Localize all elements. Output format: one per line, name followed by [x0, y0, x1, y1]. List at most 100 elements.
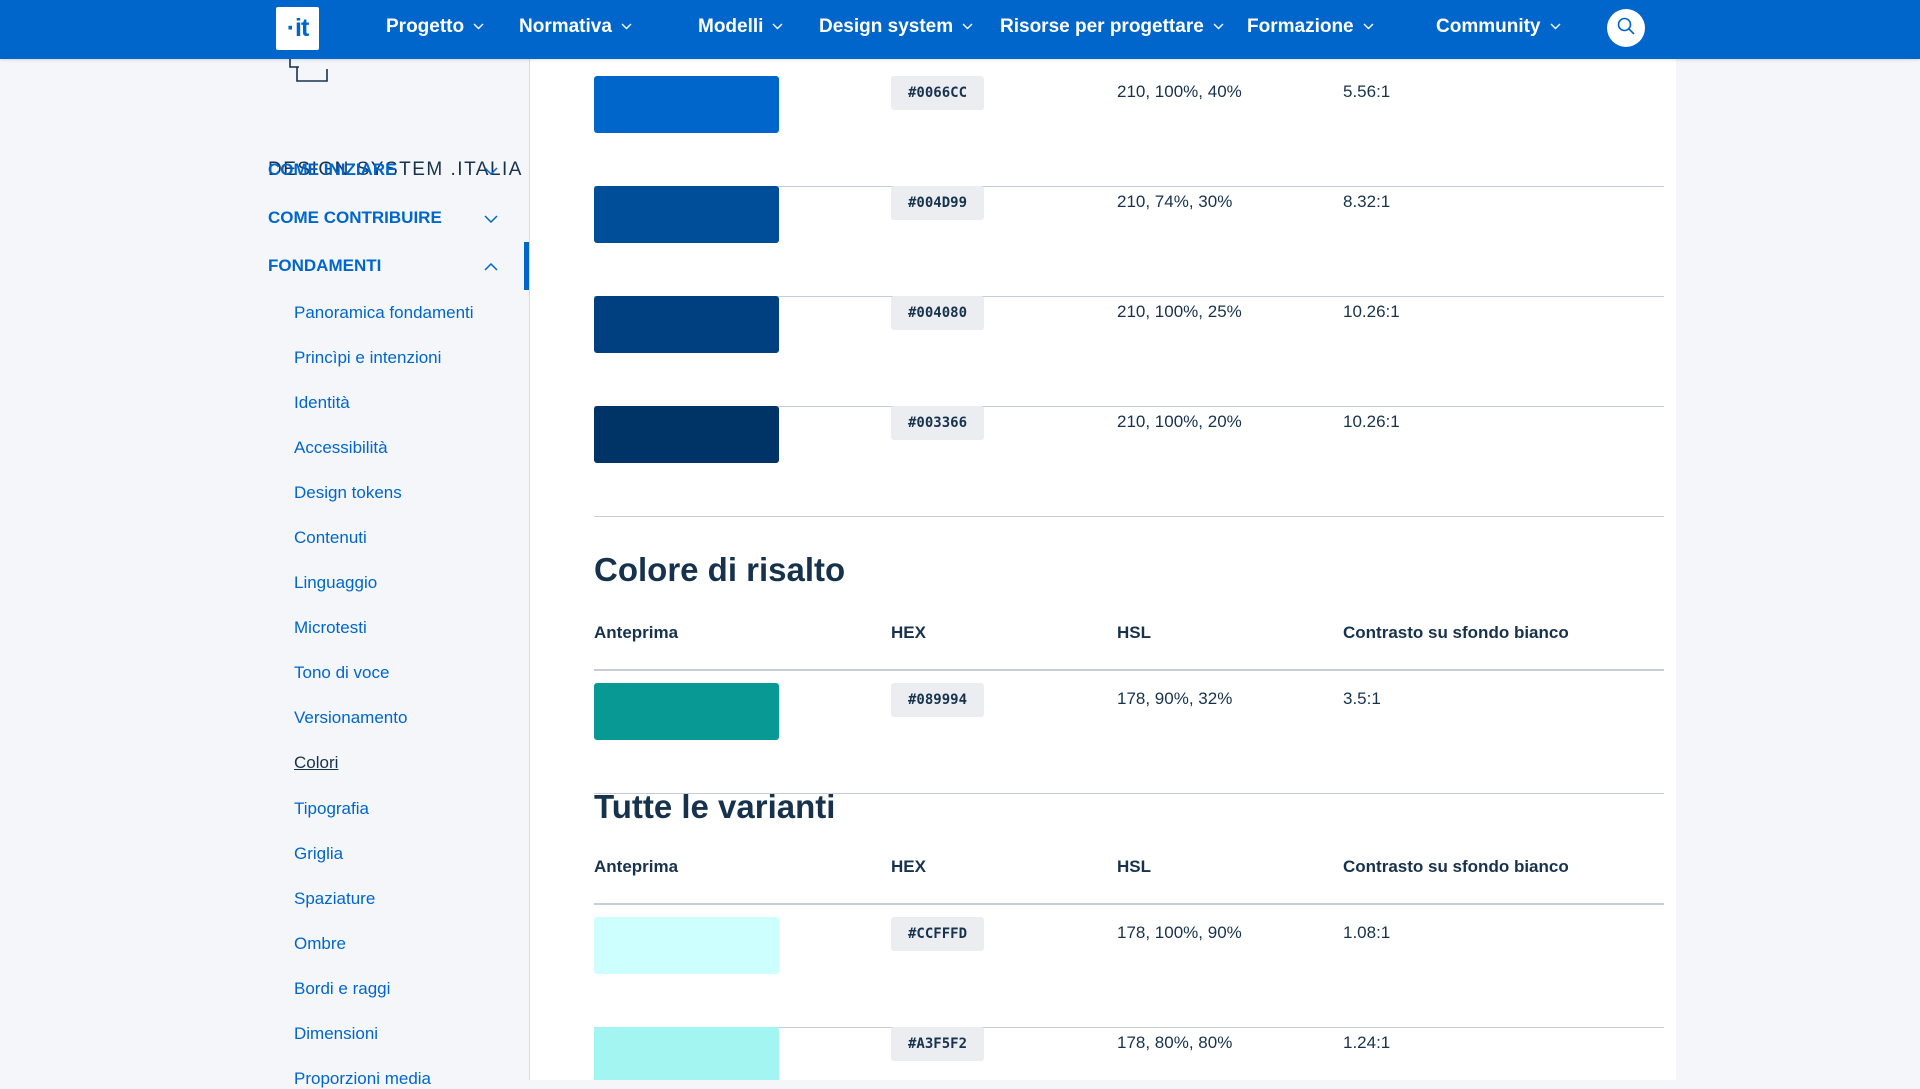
chevron-down-icon: [621, 23, 632, 30]
sidebar-item-microtesti[interactable]: Microtesti: [294, 618, 367, 638]
hex-code: #CCFFFD: [891, 917, 985, 951]
sidebar-item-principi-e-intenzioni[interactable]: Princìpi e intenzioni: [294, 348, 441, 368]
contrast-value: 5.56:1: [1343, 82, 1391, 101]
top-navbar: · it Progetto Normativa Modelli Design sy…: [0, 0, 1920, 59]
column-header-preview: Anteprima: [594, 623, 679, 642]
chevron-down-icon: [484, 160, 498, 180]
nav-label: Risorse per progettare: [1000, 15, 1204, 37]
hsl-value: 210, 74%, 30%: [1117, 192, 1233, 211]
color-row: #0066CC 210, 100%, 40% 5.56:1: [594, 76, 1664, 187]
sidebar-item-identita[interactable]: Identità: [294, 393, 350, 413]
sidebar-item-tono-di-voce[interactable]: Tono di voce: [294, 663, 389, 683]
design-system-icon: [289, 59, 329, 89]
hsl-value: 178, 100%, 90%: [1117, 923, 1242, 942]
logo-dot: ·: [286, 14, 295, 42]
section-come-iniziare[interactable]: COME INIZIARE: [268, 155, 498, 185]
sidebar-item-ombre[interactable]: Ombre: [294, 934, 346, 954]
sidebar-item-dimensioni[interactable]: Dimensioni: [294, 1024, 378, 1044]
hex-code: #A3F5F2: [891, 1027, 985, 1061]
accent-color-row: #089994 178, 90%, 32% 3.5:1: [594, 683, 1664, 794]
nav-label: Progetto: [386, 15, 465, 37]
contrast-value: 10.26:1: [1343, 412, 1400, 431]
nav-modelli[interactable]: Modelli: [698, 0, 783, 53]
sidebar-item-panoramica-fondamenti[interactable]: Panoramica fondamenti: [294, 303, 474, 323]
column-header-hex: HEX: [891, 623, 926, 642]
contrast-value: 1.08:1: [1343, 923, 1391, 942]
sidebar-item-tipografia[interactable]: Tipografia: [294, 799, 369, 819]
sidebar-item-contenuti[interactable]: Contenuti: [294, 528, 367, 548]
color-row: #004080 210, 100%, 25% 10.26:1: [594, 296, 1664, 407]
sidebar-item-versionamento[interactable]: Versionamento: [294, 708, 407, 728]
hex-code: #089994: [891, 683, 985, 717]
nav-risorse-per-progettare[interactable]: Risorse per progettare: [1000, 0, 1224, 53]
hsl-value: 210, 100%, 25%: [1117, 302, 1242, 321]
sidebar-item-accessibilita[interactable]: Accessibilità: [294, 438, 388, 458]
chevron-down-icon: [1213, 23, 1224, 30]
nav-label: Modelli: [698, 15, 764, 37]
section-come-contribuire[interactable]: COME CONTRIBUIRE: [268, 203, 498, 233]
nav-label: Normativa: [519, 15, 612, 37]
nav-community[interactable]: Community: [1436, 0, 1561, 53]
section-label: COME CONTRIBUIRE: [268, 208, 442, 227]
sidebar-item-design-tokens[interactable]: Design tokens: [294, 483, 402, 503]
sidebar-item-linguaggio[interactable]: Linguaggio: [294, 573, 377, 593]
contrast-value: 8.32:1: [1343, 192, 1391, 211]
hex-code: #004D99: [891, 186, 985, 220]
contrast-value: 3.5:1: [1343, 689, 1381, 708]
color-row: #003366 210, 100%, 20% 10.26:1: [594, 406, 1664, 517]
variant-color-row: #CCFFFD 178, 100%, 90% 1.08:1: [594, 917, 1664, 1028]
nav-formazione[interactable]: Formazione: [1247, 0, 1374, 53]
sidebar-item-proporzioni-media[interactable]: Proporzioni media: [294, 1069, 431, 1089]
hex-code: #004080: [891, 296, 985, 330]
italia-logo[interactable]: · it: [276, 7, 319, 50]
chevron-down-icon: [1363, 23, 1374, 30]
nav-label: Design system: [819, 15, 954, 37]
column-header-preview: Anteprima: [594, 857, 679, 876]
hex-code: #003366: [891, 406, 985, 440]
chevron-down-icon: [484, 208, 498, 228]
nav-normativa[interactable]: Normativa: [519, 0, 632, 53]
variant-color-row: #A3F5F2 178, 80%, 80% 1.24:1: [594, 1027, 1664, 1080]
main-content: #0066CC 210, 100%, 40% 5.56:1 #004D99 21…: [530, 59, 1676, 1080]
hsl-value: 178, 90%, 32%: [1117, 689, 1233, 708]
column-header-hsl: HSL: [1117, 623, 1151, 642]
contrast-value: 1.24:1: [1343, 1033, 1391, 1052]
sidebar: DESIGN SYSTEM .ITALIA COME INIZIARE COME…: [0, 59, 530, 1088]
section-heading-variants: Tutte le varianti: [594, 788, 836, 825]
hsl-value: 178, 80%, 80%: [1117, 1033, 1233, 1052]
table-header: Anteprima HEX HSL Contrasto su sfondo bi…: [594, 857, 1664, 905]
color-swatch: [594, 917, 779, 974]
sidebar-item-colori[interactable]: Colori: [294, 753, 338, 773]
sidebar-item-spaziature[interactable]: Spaziature: [294, 889, 375, 909]
search-button[interactable]: [1607, 9, 1645, 47]
search-icon: [1616, 16, 1636, 41]
color-swatch: [594, 406, 779, 463]
table-header: Anteprima HEX HSL Contrasto su sfondo bi…: [594, 623, 1664, 671]
hex-code: #0066CC: [891, 76, 985, 110]
section-label: COME INIZIARE: [268, 160, 397, 179]
nav-progetto[interactable]: Progetto: [386, 0, 484, 53]
nav-design-system[interactable]: Design system: [819, 0, 973, 53]
chevron-down-icon: [962, 23, 973, 30]
color-swatch: [594, 76, 779, 133]
active-section-indicator: [524, 242, 529, 290]
hsl-value: 210, 100%, 20%: [1117, 412, 1242, 431]
color-swatch: [594, 1027, 779, 1080]
color-row: #004D99 210, 74%, 30% 8.32:1: [594, 186, 1664, 297]
column-header-hex: HEX: [891, 857, 926, 876]
sidebar-item-bordi-e-raggi[interactable]: Bordi e raggi: [294, 979, 390, 999]
color-swatch: [594, 296, 779, 353]
section-fondamenti[interactable]: FONDAMENTI: [268, 251, 498, 281]
chevron-down-icon: [473, 23, 484, 30]
column-header-hsl: HSL: [1117, 857, 1151, 876]
logo-text: it: [295, 14, 309, 42]
nav-label: Formazione: [1247, 15, 1354, 37]
chevron-up-icon: [484, 256, 498, 276]
chevron-down-icon: [772, 23, 783, 30]
column-header-contrast: Contrasto su sfondo bianco: [1343, 857, 1569, 876]
column-header-contrast: Contrasto su sfondo bianco: [1343, 623, 1569, 642]
contrast-value: 10.26:1: [1343, 302, 1400, 321]
sidebar-item-griglia[interactable]: Griglia: [294, 844, 343, 864]
nav-label: Community: [1436, 15, 1541, 37]
hsl-value: 210, 100%, 40%: [1117, 82, 1242, 101]
